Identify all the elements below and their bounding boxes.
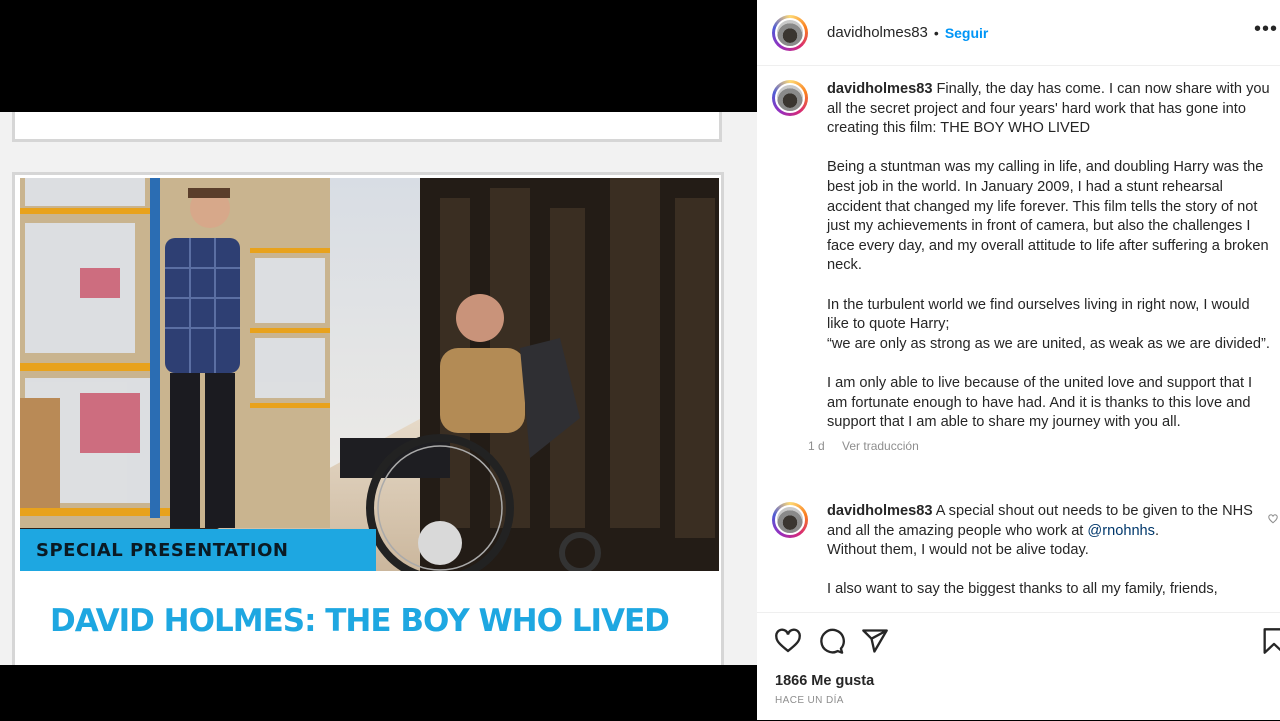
follow-button[interactable]: Seguir <box>945 25 989 41</box>
comment-username[interactable]: davidholmes83 <box>827 503 932 519</box>
comments-list[interactable]: davidholmes83 Finally, the day has come.… <box>757 66 1280 612</box>
post-header: davidholmes83 • Seguir ••• <box>757 0 1280 66</box>
header-username[interactable]: davidholmes83 <box>827 24 928 41</box>
special-presentation-banner: SPECIAL PRESENTATION <box>20 529 376 571</box>
avatar[interactable] <box>772 14 808 51</box>
mention-link[interactable]: @rnohnhs <box>1087 523 1155 539</box>
comment-item: davidholmes83 A special shout out needs … <box>772 502 1271 600</box>
bookmark-icon[interactable] <box>1260 627 1280 655</box>
warehouse-scene-image <box>20 178 719 571</box>
comment-text: davidholmes83 A special shout out needs … <box>827 502 1271 600</box>
avatar[interactable] <box>772 502 808 538</box>
post-media[interactable]: SPECIAL PRESENTATION DAVID HOLMES: THE B… <box>0 0 757 720</box>
likes-count[interactable]: 1866 Me gusta <box>775 673 874 689</box>
promo-photo <box>20 178 719 571</box>
comment-time: 1 d <box>808 438 825 453</box>
comment-username[interactable]: davidholmes83 <box>827 81 932 97</box>
caption-comment: davidholmes83 Finally, the day has come.… <box>772 80 1271 453</box>
caption-text: davidholmes83 Finally, the day has come.… <box>827 80 1271 433</box>
share-icon[interactable] <box>861 627 889 655</box>
avatar[interactable] <box>772 80 808 116</box>
comment-like-icon[interactable] <box>1268 514 1278 524</box>
media-image: SPECIAL PRESENTATION DAVID HOLMES: THE B… <box>0 112 757 665</box>
more-options-icon[interactable]: ••• <box>1254 18 1278 41</box>
heart-icon[interactable] <box>774 627 802 655</box>
comment-meta: 1 d Ver traducción <box>808 439 1271 453</box>
post-age: HACE UN DÍA <box>775 695 844 706</box>
post-side-panel: davidholmes83 • Seguir ••• davidholmes83… <box>757 0 1280 720</box>
separator-dot: • <box>933 24 939 41</box>
film-title: DAVID HOLMES: THE BOY WHO LIVED <box>50 603 670 639</box>
previous-card <box>12 112 722 142</box>
post-actions: 1866 Me gusta HACE UN DÍA <box>757 612 1280 721</box>
translate-link[interactable]: Ver traducción <box>842 439 919 453</box>
promo-card: SPECIAL PRESENTATION DAVID HOLMES: THE B… <box>12 172 724 665</box>
caption-body: Finally, the day has come. I can now sha… <box>827 81 1270 431</box>
comment-icon[interactable] <box>817 627 845 655</box>
